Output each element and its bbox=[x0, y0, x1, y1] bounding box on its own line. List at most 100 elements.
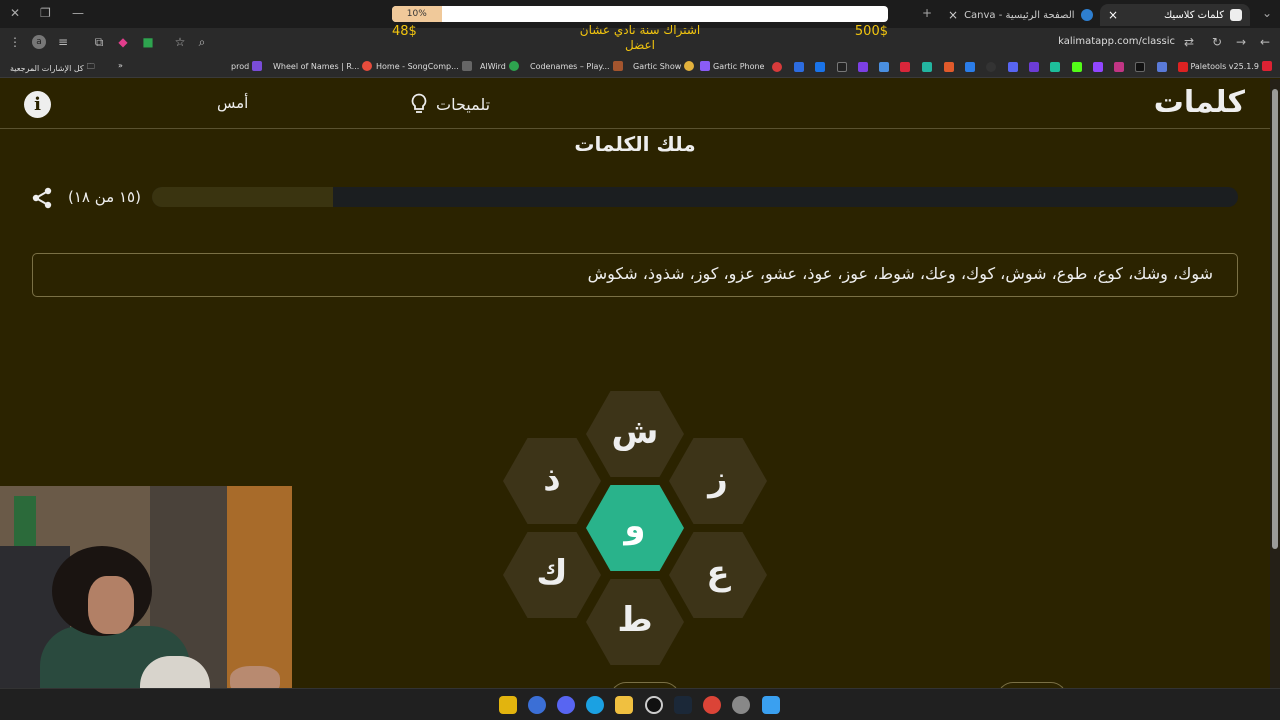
bookmark-songcomp[interactable]: Home - SongComp... bbox=[376, 61, 472, 71]
canva-favicon-icon bbox=[1080, 9, 1093, 21]
alwird-icon bbox=[508, 61, 519, 71]
tab-search-icon[interactable]: ⌄ bbox=[1262, 6, 1272, 20]
webcam-overlay bbox=[0, 486, 292, 720]
extensions-icon[interactable]: ⧉ bbox=[92, 35, 106, 49]
kick-icon[interactable] bbox=[1072, 62, 1082, 72]
extension-badge-icon[interactable]: ■ bbox=[141, 35, 155, 49]
bookmark-codenames[interactable]: Codenames – Play... bbox=[530, 61, 623, 71]
letter-hex-top-right[interactable]: ز bbox=[669, 438, 767, 524]
bookmark-wheel-of-names[interactable]: Wheel of Names | R... bbox=[273, 61, 373, 71]
kalimat-favicon-icon bbox=[1230, 9, 1242, 21]
obs-icon[interactable] bbox=[645, 696, 663, 714]
goal-message-line1: اشتراك سنة نادي عشان bbox=[579, 23, 701, 37]
chrome-icon[interactable] bbox=[703, 696, 721, 714]
menu-dots-icon[interactable]: ⋮ bbox=[8, 35, 22, 49]
share-icon[interactable] bbox=[30, 186, 54, 210]
bookmark-paletools[interactable]: Paletools v25.1.9 bbox=[1190, 61, 1272, 71]
settings-icon[interactable] bbox=[732, 696, 750, 714]
site-settings-icon[interactable]: ⇄ bbox=[1182, 35, 1196, 49]
tab-close-icon[interactable]: × bbox=[948, 8, 958, 22]
yesterday-link[interactable]: أمس bbox=[217, 94, 248, 112]
webcam-person-face bbox=[88, 576, 134, 634]
bookmark-star-icon[interactable]: ☆ bbox=[173, 35, 187, 49]
shield-extension-icon[interactable]: ◆ bbox=[116, 35, 130, 49]
bookmark-label: Gartic Show bbox=[633, 61, 682, 71]
app-logo: كلمات bbox=[1153, 85, 1245, 120]
hints-button[interactable]: تلميحات bbox=[410, 93, 490, 115]
letter-hex-bottom[interactable]: ط bbox=[586, 579, 684, 665]
scrollbar-thumb[interactable] bbox=[1272, 89, 1278, 549]
zoom-icon[interactable]: ⌕ bbox=[195, 35, 209, 49]
bookmarks-overflow[interactable]: » bbox=[118, 61, 123, 70]
rockstar-icon[interactable] bbox=[499, 696, 517, 714]
url-field[interactable]: kalimatapp.com/classic bbox=[1058, 36, 1175, 47]
letter-hex-center[interactable]: و bbox=[586, 485, 684, 571]
tab-canva[interactable]: × Canva - الصفحة الرئيسية bbox=[940, 4, 1101, 26]
reload-icon[interactable]: ↻ bbox=[1210, 35, 1224, 49]
extension-icon[interactable] bbox=[879, 62, 889, 72]
extension-icon[interactable] bbox=[944, 62, 954, 72]
current-amount: 48$ bbox=[392, 24, 417, 39]
extension-icon[interactable] bbox=[900, 62, 910, 72]
app-icon[interactable] bbox=[528, 696, 546, 714]
translate-icon[interactable] bbox=[1157, 62, 1167, 72]
extension-icon[interactable] bbox=[1050, 62, 1060, 72]
edge-icon[interactable] bbox=[586, 696, 604, 714]
goal-message: اشتراك سنة نادي عشان اعضل bbox=[540, 23, 740, 53]
file-explorer-icon[interactable] bbox=[615, 696, 633, 714]
tab-kalimat[interactable]: × كلمات كلاسيك bbox=[1100, 4, 1250, 26]
extension-icon[interactable] bbox=[837, 62, 847, 72]
tab-title: كلمات كلاسيك bbox=[1163, 9, 1224, 21]
discord-icon[interactable] bbox=[1008, 62, 1018, 72]
letter-hex-bottom-right[interactable]: ع bbox=[669, 532, 767, 618]
bookmark-prod[interactable]: prod bbox=[231, 61, 263, 71]
letter-hex-top[interactable]: ش bbox=[586, 391, 684, 477]
extension-icon[interactable] bbox=[772, 62, 782, 72]
found-words-box[interactable]: شوك، وشك، كوع، طوع، شوش، كوك، وعك، شوط، … bbox=[32, 253, 1238, 297]
letter-hex-bottom-left[interactable]: ك bbox=[503, 532, 601, 618]
found-count: (١٥ من ١٨) bbox=[68, 188, 141, 206]
bookmark-label: Gartic Phone bbox=[713, 61, 765, 71]
songcomp-icon bbox=[461, 61, 472, 71]
extension-icon[interactable] bbox=[986, 62, 996, 72]
close-window-icon[interactable]: ✕ bbox=[10, 6, 20, 20]
paletools-icon bbox=[1262, 61, 1272, 71]
bookmark-gartic-show[interactable]: Gartic Show bbox=[633, 61, 695, 71]
extension-icon[interactable] bbox=[815, 62, 825, 72]
x-icon[interactable] bbox=[1135, 62, 1145, 72]
profile-avatar-icon[interactable]: a bbox=[32, 35, 46, 49]
remaining-segment bbox=[152, 187, 334, 207]
reading-list-icon[interactable]: ≡ bbox=[56, 35, 70, 49]
lightbulb-icon bbox=[411, 93, 427, 113]
discord-icon[interactable] bbox=[557, 696, 575, 714]
gartic-phone-icon bbox=[700, 61, 710, 71]
info-button[interactable]: i bbox=[24, 91, 51, 118]
minimize-window-icon[interactable]: — bbox=[72, 6, 84, 20]
back-icon[interactable]: ← bbox=[1258, 35, 1272, 49]
twitch-icon[interactable] bbox=[1093, 62, 1103, 72]
goal-amount: 500$ bbox=[854, 24, 888, 39]
restore-window-icon[interactable]: ❐ bbox=[40, 6, 51, 20]
new-tab-button[interactable]: + bbox=[922, 6, 932, 20]
page-scrollbar[interactable] bbox=[1270, 79, 1280, 688]
bookmark-label: Codenames – Play... bbox=[530, 61, 610, 71]
extension-icon[interactable] bbox=[858, 62, 868, 72]
extension-icon[interactable] bbox=[965, 62, 975, 72]
windows-start-icon[interactable] bbox=[762, 696, 780, 714]
letter-hex-top-left[interactable]: ذ bbox=[503, 438, 601, 524]
steam-icon[interactable] bbox=[674, 696, 692, 714]
bookmark-label: كل الإشارات المرجعية bbox=[10, 63, 84, 73]
extension-icon[interactable] bbox=[794, 62, 804, 72]
all-bookmarks[interactable]: كل الإشارات المرجعية 🗀 bbox=[10, 61, 95, 75]
extension-icon[interactable] bbox=[1029, 62, 1039, 72]
bookmark-alwird[interactable]: AlWird bbox=[480, 61, 519, 71]
bookmark-gartic-phone[interactable]: Gartic Phone bbox=[700, 61, 764, 71]
youtube-icon[interactable] bbox=[1178, 62, 1188, 72]
score-progress-bar bbox=[152, 187, 1238, 207]
overflow-chevron-icon: » bbox=[118, 61, 123, 70]
instagram-icon[interactable] bbox=[1114, 62, 1124, 72]
tab-close-icon[interactable]: × bbox=[1108, 8, 1118, 22]
bookmark-label: prod bbox=[231, 61, 250, 71]
extension-icon[interactable] bbox=[922, 62, 932, 72]
forward-icon[interactable]: → bbox=[1234, 35, 1248, 49]
